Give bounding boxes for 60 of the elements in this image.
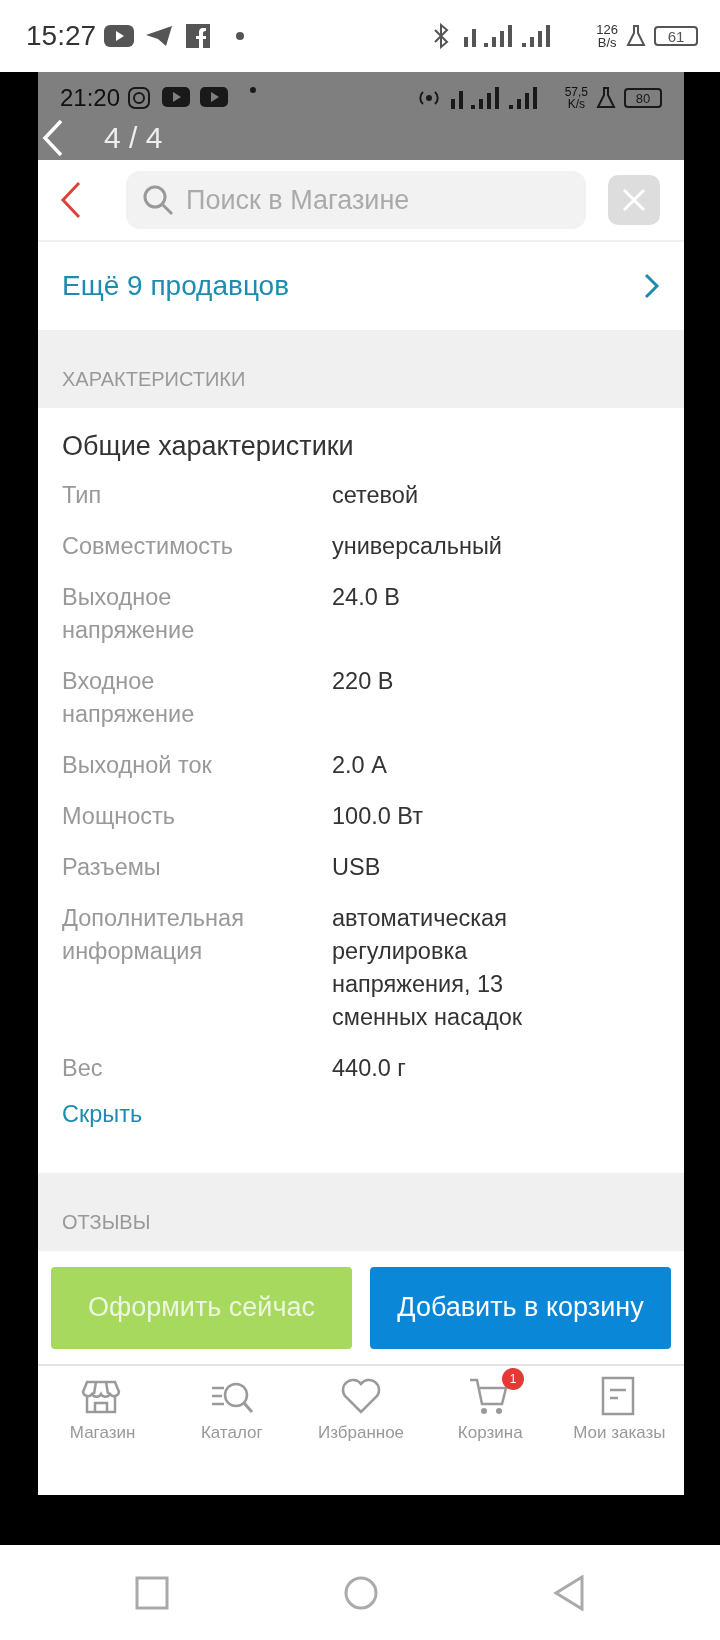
spec-value: 2.0 А bbox=[332, 750, 388, 780]
spec-value: USB bbox=[332, 852, 382, 882]
speed-unit: B/s bbox=[597, 36, 617, 49]
home-button[interactable] bbox=[343, 1574, 379, 1611]
sellers-link[interactable]: Ещё 9 продавцов bbox=[38, 242, 684, 330]
nav-tab[interactable]: Мои заказы bbox=[554, 1366, 684, 1469]
back-icon[interactable] bbox=[60, 181, 82, 219]
speed-text: 126 bbox=[596, 23, 618, 36]
spec-value: 220 В bbox=[332, 666, 395, 696]
checkout-button[interactable]: Оформить сейчас bbox=[51, 1266, 352, 1349]
battery-icon: 80 bbox=[624, 88, 662, 108]
dot-icon bbox=[250, 87, 257, 93]
social-icon bbox=[186, 24, 211, 48]
spec-value: 440.0 г bbox=[332, 1053, 407, 1083]
spec-value: универсальный bbox=[332, 531, 503, 561]
search-icon bbox=[142, 184, 174, 216]
spec-label: Выходное напряжение bbox=[62, 582, 196, 645]
video-icon bbox=[162, 87, 191, 107]
spec-label: Дополнительная информация bbox=[62, 903, 245, 966]
battery-icon: 61 bbox=[654, 26, 698, 46]
back-button[interactable] bbox=[553, 1574, 585, 1611]
spec-value: 24.0 В bbox=[332, 582, 401, 612]
video-icon bbox=[200, 87, 229, 107]
heart-icon bbox=[339, 1376, 383, 1416]
cart-count-badge: 1 bbox=[502, 1368, 525, 1390]
group-title: Общие характеристики bbox=[62, 430, 355, 463]
spec-label: Мощность bbox=[62, 801, 177, 831]
spec-value: 100.0 Вт bbox=[332, 801, 424, 831]
page-counter: 4 / 4 bbox=[104, 123, 163, 153]
speed-text: 57,5 bbox=[564, 86, 588, 98]
spec-label: Тип bbox=[62, 480, 103, 510]
nav-tab[interactable]: 1 Корзина bbox=[425, 1366, 555, 1469]
section-heading: ОТЗЫВЫ bbox=[62, 1210, 151, 1235]
section-heading: ХАРАКТЕРИСТИКИ bbox=[62, 367, 246, 392]
status-time: 15:27 bbox=[26, 19, 97, 53]
video-icon bbox=[104, 25, 135, 47]
spec-value: автоматическая регулировка напряжения, 13 сменных насадок bbox=[332, 903, 524, 1032]
recents-button[interactable] bbox=[135, 1575, 169, 1610]
chevron-right-icon bbox=[644, 273, 660, 299]
flask-icon bbox=[626, 24, 646, 48]
search-field[interactable]: Поиск в Магазине bbox=[126, 171, 586, 229]
speed-unit: K/s bbox=[567, 98, 585, 110]
add-to-cart-button[interactable]: Добавить в корзину bbox=[370, 1266, 671, 1349]
nav-tab[interactable]: Каталог bbox=[167, 1366, 297, 1469]
nav-tab[interactable]: Магазин bbox=[38, 1366, 168, 1469]
close-button[interactable] bbox=[608, 175, 660, 225]
spec-value: сетевой bbox=[332, 480, 420, 510]
send-icon bbox=[144, 24, 175, 48]
close-icon bbox=[622, 188, 646, 212]
status-time: 21:20 bbox=[60, 83, 121, 113]
nav-tab[interactable]: Избранное bbox=[296, 1366, 426, 1469]
spec-label: Выходной ток bbox=[62, 750, 213, 780]
flask-icon bbox=[596, 86, 616, 110]
spec-label: Совместимость bbox=[62, 531, 235, 561]
spec-label: Вес bbox=[62, 1053, 104, 1083]
camera-icon bbox=[128, 87, 151, 109]
spec-label: Входное напряжение bbox=[62, 666, 196, 729]
spec-label: Разъемы bbox=[62, 852, 162, 882]
dot-icon bbox=[236, 32, 245, 40]
hide-link[interactable]: Скрыть bbox=[62, 1096, 143, 1132]
